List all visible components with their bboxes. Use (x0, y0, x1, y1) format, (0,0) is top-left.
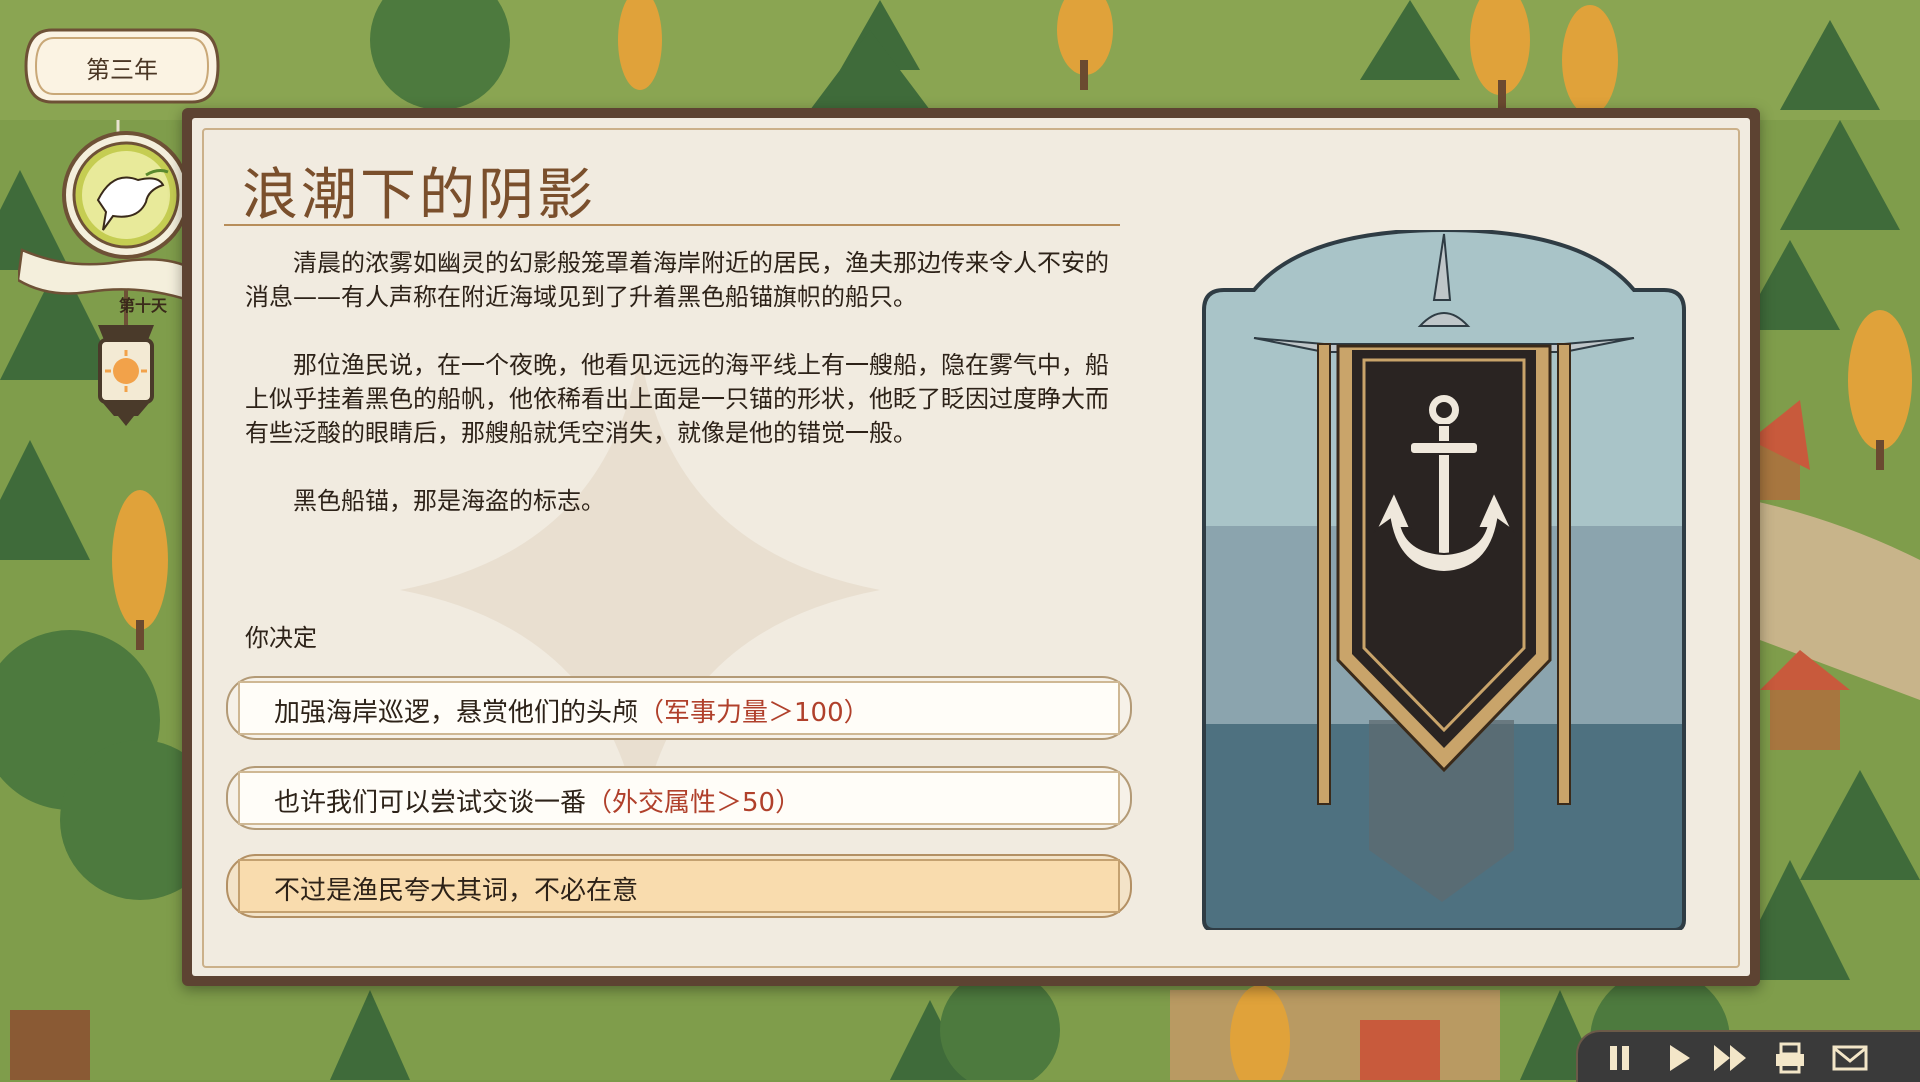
time-control-bar (1576, 1030, 1920, 1082)
choice-text: 不过是渔民夸大其词，不必在意 (274, 876, 639, 906)
pause-icon[interactable] (1600, 1040, 1640, 1076)
choice-text: 也许我们可以尝试交谈一番（外交属性＞50） (274, 788, 802, 818)
story-paragraph: 清晨的浓雾如幽灵的幻影般笼罩着海岸附近的居民，渔夫那边传来令人不安的消息——有人… (245, 249, 1109, 311)
mail-icon[interactable] (1830, 1040, 1870, 1076)
story-paragraph: 那位渔民说，在一个夜晚，他看见远远的海平线上有一艘船，隐在雾气中，船上似乎挂着黑… (245, 351, 1109, 447)
play-icon[interactable] (1658, 1040, 1698, 1076)
choice-requirement: （军事力量＞100） (638, 698, 870, 728)
choice-negotiate-button[interactable]: 也许我们可以尝试交谈一番（外交属性＞50） (226, 766, 1132, 830)
year-label: 第三年 (86, 56, 158, 84)
decision-prompt: 你决定 (245, 624, 317, 652)
story-paragraph: 黑色船锚，那是海盗的标志。 (293, 487, 605, 515)
fast-forward-icon[interactable] (1710, 1040, 1750, 1076)
event-title: 浪潮下的阴影 (242, 163, 596, 228)
event-story: 清晨的浓雾如幽灵的幻影般笼罩着海岸附近的居民，渔夫那边传来令人不安的消息——有人… (245, 246, 1115, 552)
title-divider (224, 224, 1120, 226)
choice-text: 加强海岸巡逻，悬赏他们的头颅（军事力量＞100） (274, 698, 870, 728)
day-widget: 第十天 (16, 100, 198, 480)
year-badge: 第三年 (22, 26, 222, 106)
choice-requirement: （外交属性＞50） (586, 788, 802, 818)
choice-coastal-patrol-button[interactable]: 加强海岸巡逻，悬赏他们的头颅（军事力量＞100） (226, 676, 1132, 740)
printer-icon[interactable] (1770, 1040, 1810, 1076)
black-anchor-banner-icon (1202, 230, 1686, 930)
choice-ignore-button[interactable]: 不过是渔民夸大其词，不必在意 (226, 854, 1132, 918)
